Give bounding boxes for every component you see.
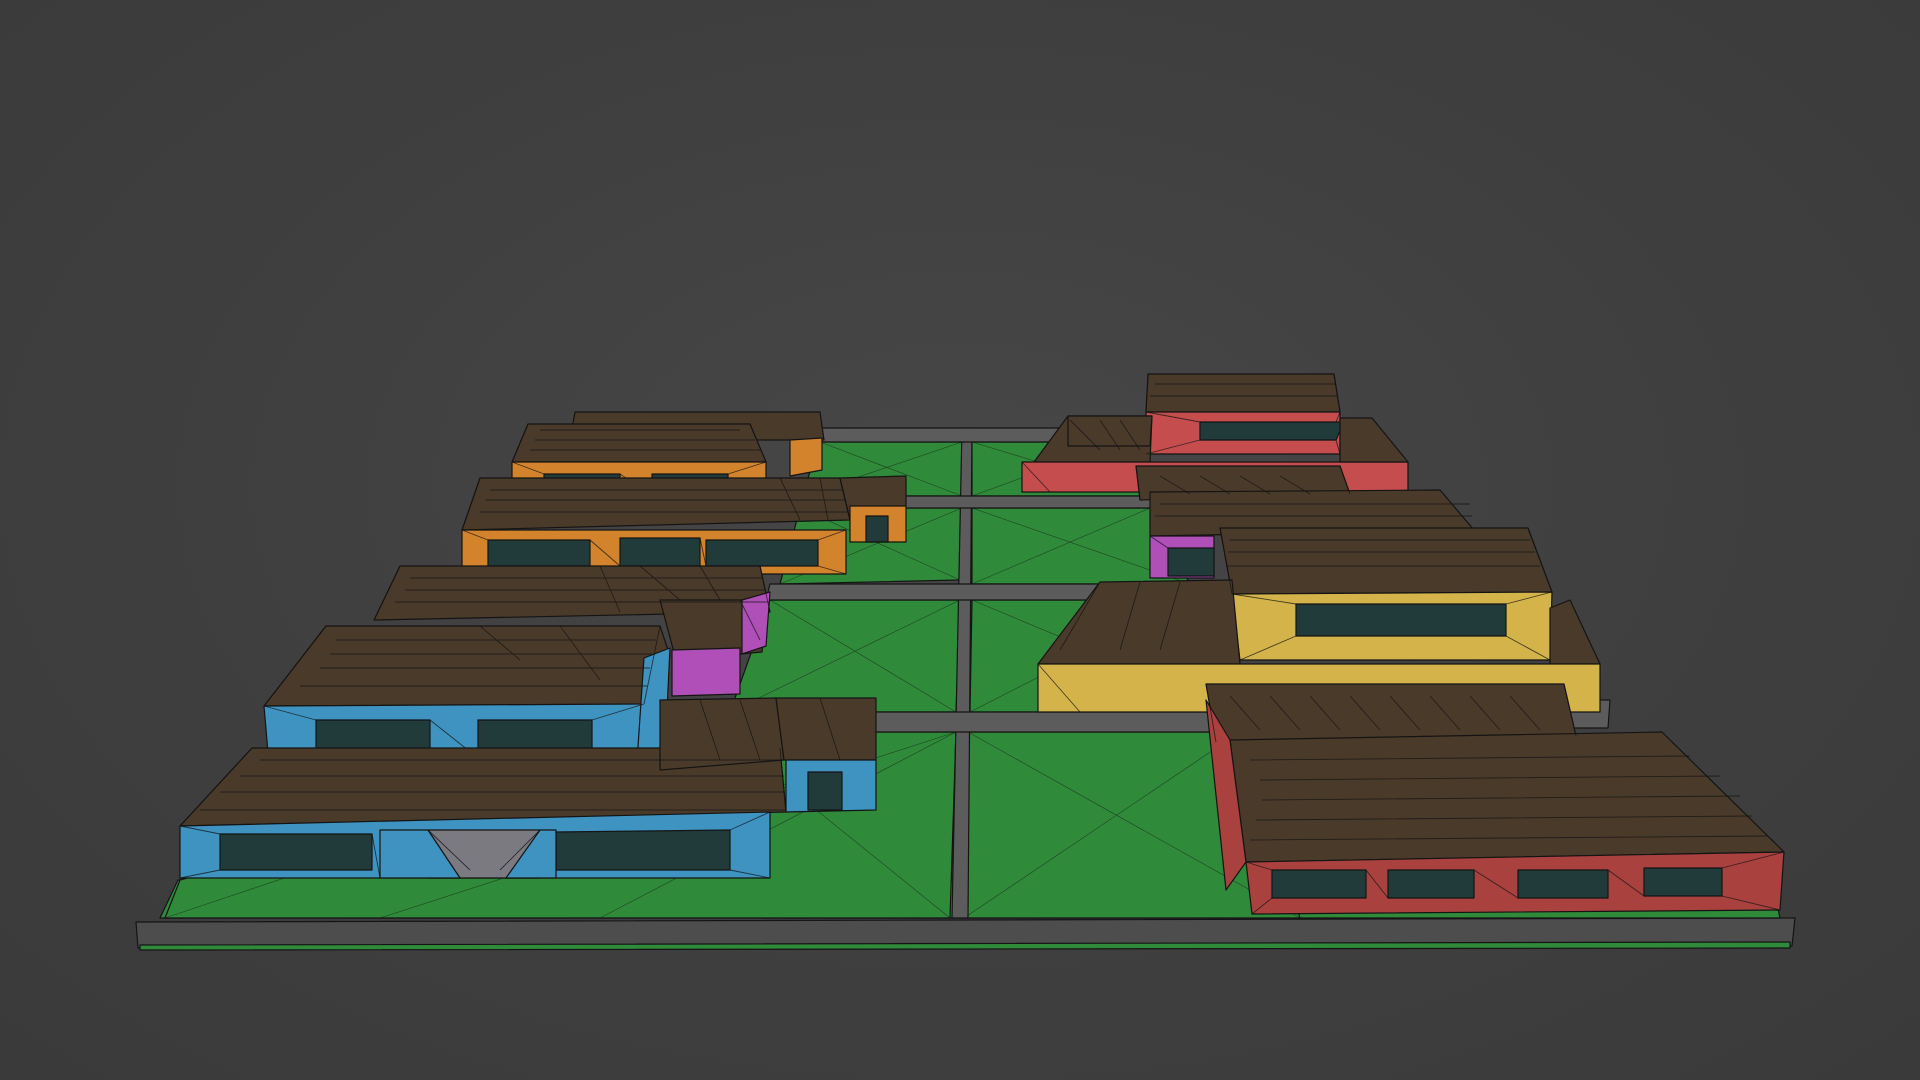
house-red-front[interactable] — [1205, 683, 1785, 915]
scene-canvas[interactable] — [0, 0, 1920, 1080]
3d-viewport[interactable] — [0, 0, 1920, 1080]
